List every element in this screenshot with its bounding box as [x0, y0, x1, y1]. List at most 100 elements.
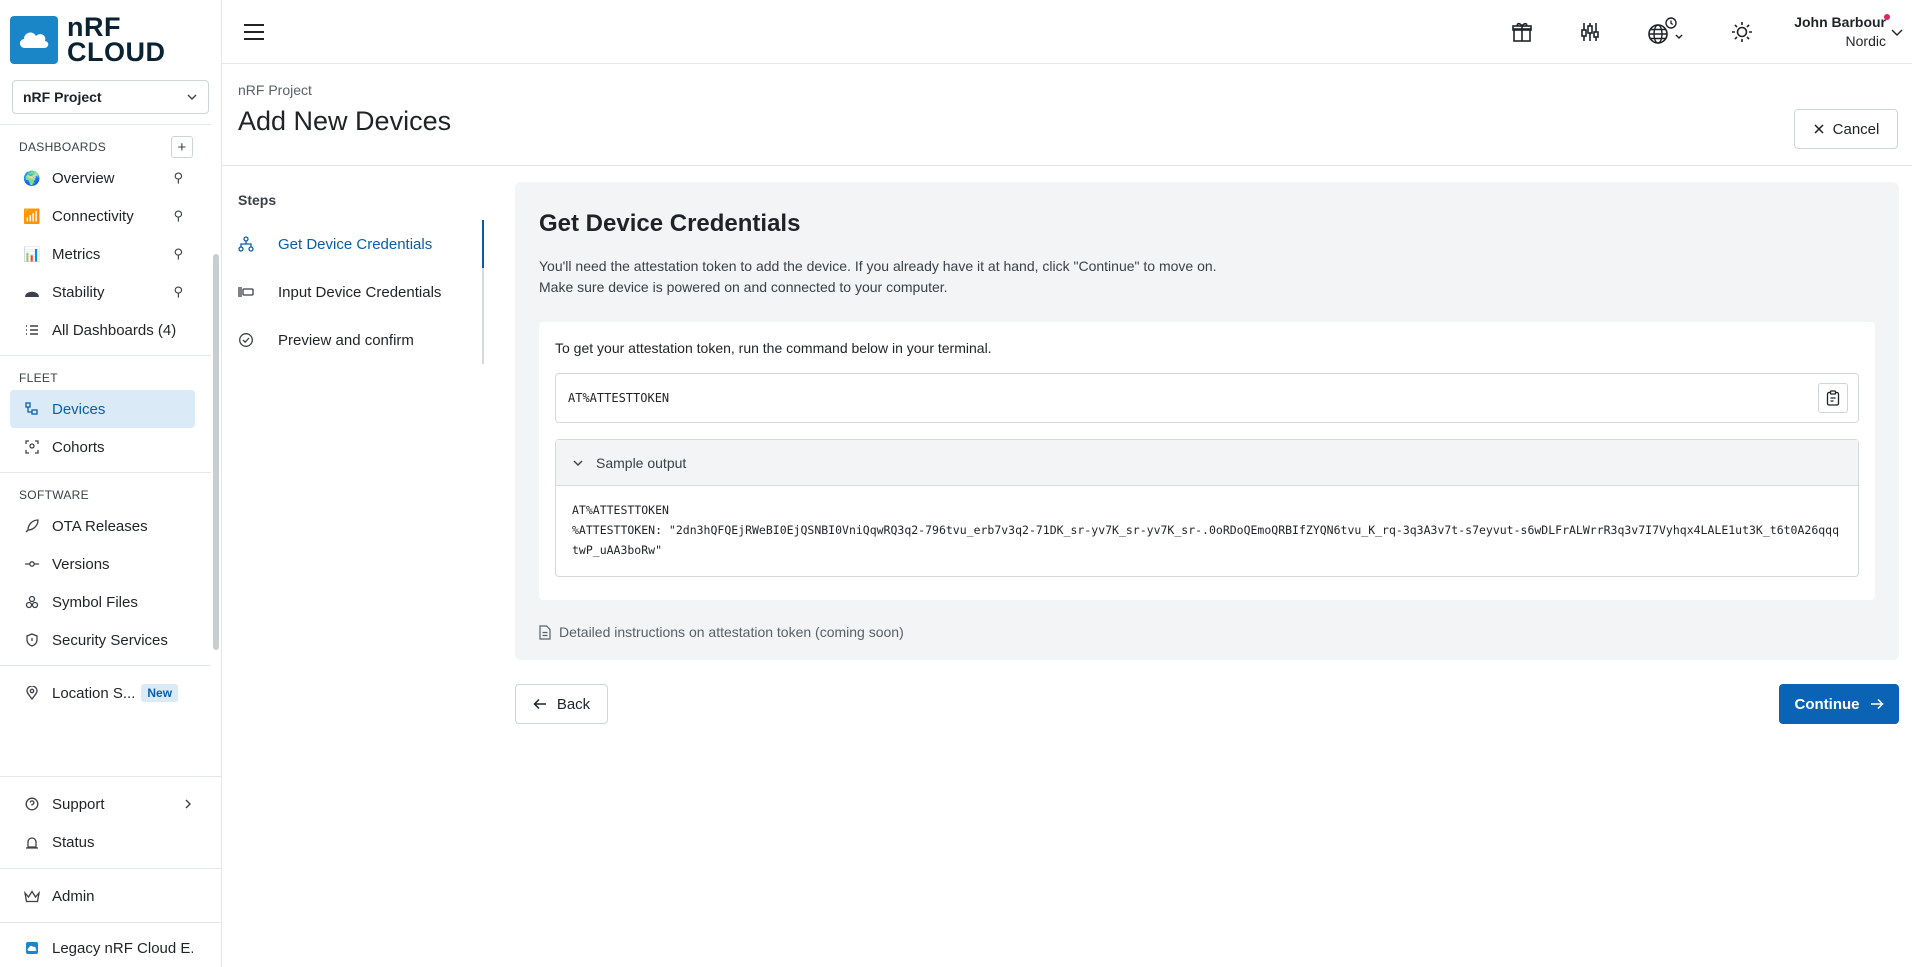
cancel-button[interactable]: Cancel: [1794, 109, 1898, 149]
menu-icon[interactable]: [244, 20, 268, 44]
wizard-actions: Back Continue: [515, 684, 1899, 724]
close-icon: [1814, 124, 1824, 134]
step-panel-area: Get Device Credentials You'll need the a…: [515, 182, 1899, 724]
step-get-device-credentials[interactable]: Get Device Credentials: [238, 220, 484, 268]
region-time-globe-icon[interactable]: [1646, 17, 1686, 44]
back-button[interactable]: Back: [515, 684, 608, 724]
sidebar-scrollbar[interactable]: [213, 254, 219, 650]
steps-title: Steps: [238, 192, 277, 208]
location-pin-icon: [22, 683, 42, 703]
sidebar-item-location-services[interactable]: Location S... New: [10, 674, 195, 712]
command-card: To get your attestation token, run the c…: [539, 322, 1875, 600]
user-menu[interactable]: John Barbour Nordic: [1794, 13, 1890, 51]
dashboards-title: DASHBOARDS: [19, 140, 107, 154]
software-section: SOFTWARE OTA Releases Versions Symbol Fi…: [0, 473, 221, 665]
theme-sun-icon[interactable]: [1730, 20, 1754, 44]
page-header: nRF Project Add New Devices Cancel: [222, 64, 1912, 166]
globe-emoji-icon: 🌍: [23, 169, 41, 186]
brand-line2: CLOUD: [67, 37, 166, 67]
app-root: nRF CLOUD nRF Project DASHBOARDS + 🌍 Ove…: [0, 0, 1912, 967]
pin-icon[interactable]: ⚲: [173, 284, 183, 300]
legacy-cloud-icon: [22, 938, 42, 958]
step-input-device-credentials[interactable]: Input Device Credentials: [238, 268, 484, 316]
sample-output-accordion: Sample output AT%ATTESTTOKEN %ATTESTTOKE…: [555, 439, 1859, 577]
command-text: AT%ATTESTTOKEN: [568, 391, 670, 405]
sample-output-line1: AT%ATTESTTOKEN: [572, 503, 669, 517]
sample-output-toggle[interactable]: Sample output: [556, 440, 1858, 486]
sidebar-item-all-dashboards[interactable]: All Dashboards (4): [10, 311, 195, 349]
sidebar: nRF CLOUD nRF Project DASHBOARDS + 🌍 Ove…: [0, 0, 222, 967]
candlestick-chart-icon[interactable]: [1578, 20, 1602, 44]
copy-button[interactable]: [1818, 383, 1848, 413]
command-box[interactable]: AT%ATTESTTOKEN: [555, 373, 1859, 423]
dashboards-section: DASHBOARDS + 🌍 Overview ⚲ 📶 Connectivity…: [0, 125, 221, 355]
commit-icon: [22, 554, 42, 574]
sample-output-body: AT%ATTESTTOKEN %ATTESTTOKEN: "2dn3hQFQEj…: [556, 486, 1858, 576]
list-icon: [22, 320, 42, 340]
input-keyboard-icon: [238, 285, 254, 299]
credentials-panel: Get Device Credentials You'll need the a…: [515, 182, 1899, 660]
location-section: Location S... New: [0, 666, 221, 718]
arrow-right-icon: [1870, 698, 1884, 710]
sidebar-item-security-services[interactable]: Security Services: [10, 621, 195, 659]
sidebar-item-metrics[interactable]: 📊 Metrics ⚲: [10, 235, 195, 273]
sidebar-item-status[interactable]: Status: [10, 823, 205, 861]
sidebar-item-versions[interactable]: Versions: [10, 545, 195, 583]
panel-description-2: Make sure device is powered on and conne…: [539, 279, 948, 295]
pin-icon[interactable]: ⚲: [173, 208, 183, 224]
sidebar-item-devices[interactable]: Devices: [10, 390, 195, 428]
shield-icon: [22, 630, 42, 650]
sidebar-item-connectivity[interactable]: 📶 Connectivity ⚲: [10, 197, 195, 235]
chevron-right-icon: [185, 799, 191, 809]
sidebar-item-overview[interactable]: 🌍 Overview ⚲: [10, 159, 195, 197]
devices-icon: [22, 399, 42, 419]
check-circle-icon: [238, 332, 254, 348]
sidebar-item-admin[interactable]: Admin: [10, 877, 205, 915]
chevron-down-icon[interactable]: [1890, 24, 1904, 41]
arrow-left-icon: [533, 698, 546, 710]
chevron-down-icon: [187, 94, 197, 100]
sidebar-item-legacy[interactable]: Legacy nRF Cloud E...: [10, 929, 205, 967]
notification-dot: [1884, 14, 1890, 20]
symbol-icon: [22, 592, 42, 612]
instructions-link[interactable]: Detailed instructions on attestation tok…: [539, 624, 1875, 640]
document-icon: [539, 624, 551, 640]
breadcrumb[interactable]: nRF Project: [238, 82, 1896, 98]
rocket-icon: [22, 516, 42, 536]
crown-icon: [22, 886, 42, 906]
sidebar-bottom: Support Status Admin Legacy nRF Cloud E.…: [0, 776, 221, 967]
sidebar-item-support[interactable]: Support: [10, 785, 205, 823]
clipboard-icon: [1826, 390, 1840, 406]
chevron-down-icon: [573, 460, 583, 466]
user-name: John Barbour: [1794, 14, 1886, 30]
fleet-section: FLEET Devices Cohorts: [0, 356, 221, 472]
sidebar-item-symbol-files[interactable]: Symbol Files: [10, 583, 195, 621]
project-select-value: nRF Project: [23, 89, 102, 105]
support-icon: [22, 794, 42, 814]
continue-button[interactable]: Continue: [1779, 684, 1899, 724]
wizard-content: Steps Get Device Credentials Input Devic…: [222, 166, 1912, 724]
project-select[interactable]: nRF Project: [12, 80, 209, 114]
sidebar-item-ota-releases[interactable]: OTA Releases: [10, 507, 195, 545]
software-title: SOFTWARE: [19, 488, 89, 502]
gift-icon[interactable]: [1510, 20, 1534, 44]
brand-logo[interactable]: nRF CLOUD: [0, 0, 221, 74]
pin-icon[interactable]: ⚲: [173, 170, 183, 186]
pin-icon[interactable]: ⚲: [173, 246, 183, 262]
step-preview-and-confirm[interactable]: Preview and confirm: [238, 316, 484, 364]
sidebar-item-cohorts[interactable]: Cohorts: [10, 428, 195, 466]
cloud-logo-icon: [10, 16, 58, 64]
top-bar: John Barbour Nordic: [222, 0, 1912, 64]
sidebar-item-stability[interactable]: Stability ⚲: [10, 273, 195, 311]
page-title: Add New Devices: [238, 106, 452, 136]
user-org: Nordic: [1845, 33, 1886, 49]
panel-description-1: You'll need the attestation token to add…: [539, 258, 1217, 274]
bar-chart-icon: 📊: [23, 245, 41, 262]
sidebar-nav: DASHBOARDS + 🌍 Overview ⚲ 📶 Connectivity…: [0, 124, 221, 776]
panel-title: Get Device Credentials: [539, 210, 801, 237]
signal-chart-icon: 📶: [23, 207, 41, 224]
status-alarm-icon: [22, 832, 42, 852]
add-dashboard-button[interactable]: +: [171, 136, 193, 158]
steps-nav: Steps Get Device Credentials Input Devic…: [238, 182, 484, 724]
command-intro: To get your attestation token, run the c…: [555, 340, 992, 356]
